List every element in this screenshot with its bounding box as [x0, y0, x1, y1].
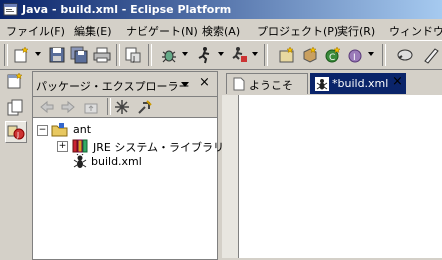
new-type-dropdown-arrow[interactable] [368, 52, 374, 56]
ant-file-icon [73, 154, 87, 168]
tree-item-label: ant [73, 123, 92, 136]
menu-project[interactable]: プロジェクト(P) [257, 23, 338, 39]
svg-text:C: C [329, 53, 335, 63]
svg-text:I: I [353, 53, 356, 63]
new-interface-icon[interactable]: I [347, 46, 365, 64]
package-explorer-toolbar [33, 97, 217, 118]
link-with-editor-icon[interactable] [137, 99, 153, 115]
menu-window[interactable]: ウィンドウ( [389, 23, 442, 39]
toolbar-separator [148, 44, 152, 66]
menu-search[interactable]: 検索(A) [202, 23, 240, 39]
expand-toggle[interactable]: + [57, 141, 68, 152]
up-folder-icon[interactable] [83, 99, 99, 115]
package-explorer-view: パッケージ・エクスプローラー × − ant + JRE システム・ライブラリー… [32, 71, 243, 260]
editor-ruler [222, 95, 238, 258]
close-tab-button[interactable]: × [392, 74, 403, 89]
title-bar: Java - build.xml - Eclipse Platform [0, 0, 442, 19]
svg-text:J: J [132, 55, 135, 63]
view-menu-icon[interactable] [181, 82, 189, 87]
ant-file-icon [315, 77, 329, 91]
new-wizard-icon[interactable] [13, 46, 31, 64]
perspective-shortcut-bar: J [0, 69, 30, 258]
close-view-button[interactable]: × [199, 75, 210, 90]
menu-file[interactable]: ファイル(F) [6, 23, 65, 39]
toolbar-separator [264, 44, 268, 66]
new-java-project-icon[interactable] [278, 46, 296, 64]
external-tools-dropdown-arrow[interactable] [252, 52, 258, 56]
resource-perspective-icon[interactable] [5, 98, 25, 118]
document-icon [233, 77, 245, 91]
window-title: Java - build.xml - Eclipse Platform [22, 3, 232, 16]
tab-welcome[interactable]: ようこそ [226, 73, 308, 94]
forward-arrow-icon[interactable] [60, 99, 76, 115]
menu-edit[interactable]: 編集(E) [74, 23, 112, 39]
collapse-all-icon[interactable] [114, 99, 130, 115]
external-tools-icon[interactable] [230, 46, 248, 64]
run-dropdown-arrow[interactable] [218, 52, 224, 56]
collapse-toggle[interactable]: − [37, 125, 48, 136]
tree-item-label: build.xml [91, 155, 142, 168]
menu-navigate[interactable]: ナビゲート(N) [126, 23, 198, 39]
open-type-icon[interactable]: J [124, 46, 142, 64]
open-search-icon[interactable] [396, 46, 414, 64]
package-explorer-title: パッケージ・エクスプローラー [36, 80, 190, 93]
save-all-icon[interactable] [70, 46, 88, 64]
toolbar-separator [107, 98, 111, 115]
svg-text:J: J [16, 131, 19, 139]
toolbar-separator [382, 44, 386, 66]
print-icon[interactable] [93, 46, 111, 64]
eclipse-app-icon [3, 3, 18, 16]
editor-text-area[interactable] [238, 95, 442, 258]
tab-label: *build.xml [332, 77, 389, 90]
save-icon[interactable] [48, 46, 66, 64]
pen-icon[interactable] [422, 46, 440, 64]
library-icon [72, 139, 88, 153]
new-dropdown-arrow[interactable] [35, 52, 41, 56]
toolbar-separator [116, 44, 120, 66]
menu-run[interactable]: 実行(R) [337, 23, 375, 39]
debug-dropdown-arrow[interactable] [182, 52, 188, 56]
new-package-icon[interactable] [301, 46, 319, 64]
java-project-icon [51, 123, 68, 137]
java-perspective-button[interactable]: J [5, 121, 27, 143]
tree-item-label: JRE システム・ライブラリー [ [93, 141, 243, 154]
toolbar-grip [4, 44, 8, 66]
editor-tabs: ようこそ *build.xml × [222, 71, 442, 94]
main-toolbar: J C I [0, 40, 442, 70]
back-arrow-icon[interactable] [39, 99, 55, 115]
java-perspective-icon: J [7, 125, 25, 140]
editor-area: ようこそ *build.xml × [222, 71, 442, 258]
run-icon[interactable] [195, 46, 213, 64]
tab-label: ようこそ [249, 79, 293, 92]
new-class-icon[interactable]: C [324, 46, 342, 64]
open-perspective-icon[interactable] [5, 72, 25, 92]
package-explorer-header: パッケージ・エクスプローラー × [33, 72, 217, 97]
debug-icon[interactable] [160, 46, 178, 64]
menu-bar: ファイル(F) 編集(E) ナビゲート(N) 検索(A) プロジェクト(P) 実… [0, 19, 442, 39]
